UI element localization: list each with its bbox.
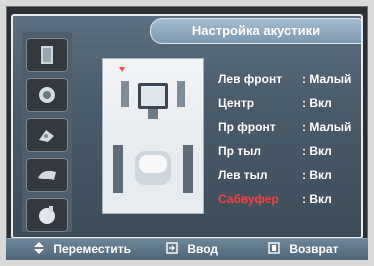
setting-row-left-rear[interactable]: Лев тыл : Вкл: [218, 168, 363, 192]
speaker-round-icon[interactable]: [26, 78, 68, 112]
horn-icon[interactable]: [26, 158, 68, 192]
setting-row-left-front[interactable]: Лев фронт : Малый: [218, 72, 363, 96]
setting-value: : Вкл: [302, 192, 332, 206]
setting-label: Пр фронт: [218, 120, 276, 134]
hint-move-text: Переместить: [53, 242, 132, 256]
hint-return: Возврат: [268, 242, 338, 257]
setting-value: : Вкл: [302, 168, 332, 182]
setting-label: Лев фронт: [218, 72, 283, 86]
hint-return-text: Возврат: [289, 242, 339, 256]
setting-value: : Вкл: [302, 96, 332, 110]
speaker-panel-icon[interactable]: [26, 38, 68, 72]
hand-sound-icon[interactable]: [26, 118, 68, 152]
setting-row-right-rear[interactable]: Пр тыл : Вкл: [218, 144, 363, 168]
hint-move: Переместить: [34, 242, 131, 257]
up-down-arrow-icon: [34, 242, 44, 257]
side-menu: [22, 32, 72, 232]
enter-icon: [166, 242, 178, 257]
subwoofer-ball-icon[interactable]: [26, 198, 68, 232]
setting-label: Сабвуфер: [218, 192, 279, 206]
setting-row-center[interactable]: Центр : Вкл: [218, 96, 363, 120]
setting-row-subwoofer[interactable]: Сабвуфер : Вкл: [218, 192, 363, 216]
return-icon: [268, 242, 280, 257]
hint-enter: Ввод: [166, 242, 218, 257]
setting-label: Центр: [218, 96, 255, 110]
menu-title: Настройка акустики: [150, 18, 362, 44]
hint-enter-text: Ввод: [187, 242, 219, 256]
help-bar: Переместить Ввод Возврат: [6, 238, 368, 260]
setting-row-right-front[interactable]: Пр фронт : Малый: [218, 120, 363, 144]
setting-value: : Малый: [302, 120, 352, 134]
setting-label: Лев тыл: [218, 168, 268, 182]
speaker-settings: Лев фронт : Малый Центр : Вкл Пр фронт :…: [218, 72, 363, 216]
speaker-layout-preview: [102, 58, 204, 214]
setting-value: : Малый: [302, 72, 352, 86]
setting-value: : Вкл: [302, 144, 332, 158]
setting-label: Пр тыл: [218, 144, 262, 158]
